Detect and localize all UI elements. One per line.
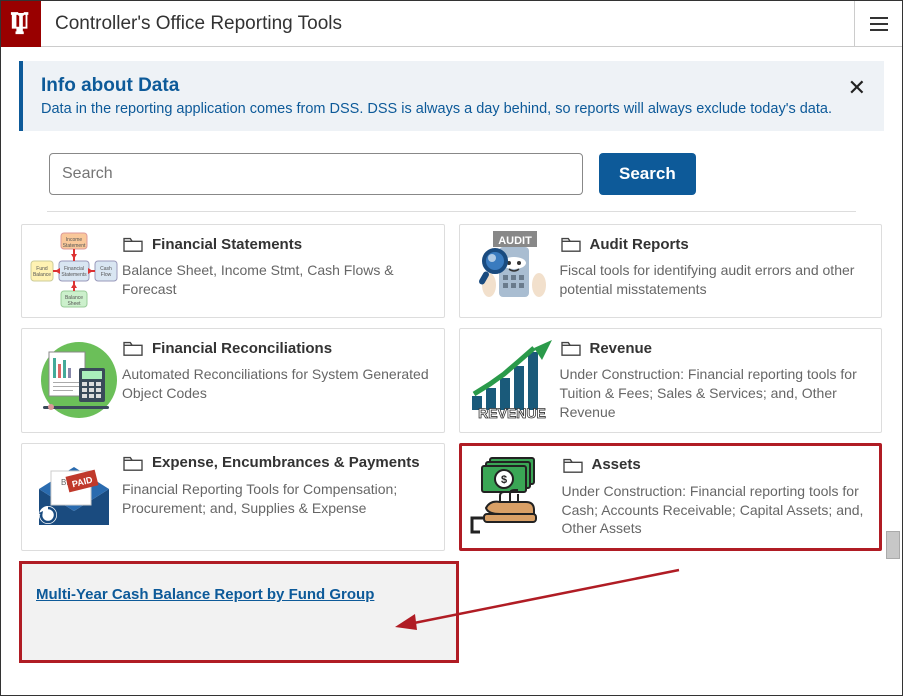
search-row: Search	[19, 153, 884, 211]
search-input[interactable]	[49, 153, 583, 195]
iu-logo	[1, 1, 41, 47]
card-title: Assets	[592, 456, 641, 473]
card-title: Financial Reconciliations	[152, 340, 332, 357]
svg-text:AUDIT: AUDIT	[498, 235, 532, 247]
hamburger-menu-button[interactable]	[854, 1, 902, 47]
svg-text:Statements: Statements	[61, 272, 87, 278]
card-expense[interactable]: BILL: PAID Expense, Encumbrances & Payme…	[21, 443, 445, 552]
financial-reconciliations-icon	[26, 333, 122, 428]
folder-icon	[560, 339, 582, 357]
card-desc: Under Construction: Financial reporting …	[562, 482, 872, 539]
divider	[47, 211, 856, 212]
financial-statements-icon: Income Statement Fund Balance Financial …	[26, 229, 122, 313]
svg-text:Balance: Balance	[33, 272, 51, 278]
svg-text:Flow: Flow	[101, 272, 112, 278]
app-header: Controller's Office Reporting Tools	[1, 1, 902, 47]
expense-icon: BILL: PAID	[26, 448, 122, 547]
app-title: Controller's Office Reporting Tools	[41, 13, 854, 35]
card-desc: Fiscal tools for identifying audit error…	[560, 261, 874, 299]
category-grid: Income Statement Fund Balance Financial …	[19, 224, 884, 551]
sub-report-panel: Multi-Year Cash Balance Report by Fund G…	[19, 561, 459, 663]
card-title: Audit Reports	[590, 236, 689, 253]
info-banner-text: Data in the reporting application comes …	[41, 101, 866, 117]
folder-icon	[122, 235, 144, 253]
card-desc: Financial Reporting Tools for Compensati…	[122, 480, 436, 518]
svg-text:REVENUE: REVENUE	[478, 405, 546, 421]
card-desc: Automated Reconciliations for System Gen…	[122, 365, 436, 403]
folder-icon	[122, 454, 144, 472]
svg-text:Statement: Statement	[63, 243, 86, 249]
card-audit-reports[interactable]: AUDIT Audit Reports	[459, 224, 883, 318]
search-button[interactable]: Search	[599, 153, 696, 195]
main-content: Info about Data Data in the reporting ap…	[1, 47, 902, 677]
card-desc: Under Construction: Financial reporting …	[560, 365, 874, 422]
scrollbar-thumb[interactable]	[886, 531, 900, 559]
card-title: Expense, Encumbrances & Payments	[152, 454, 420, 471]
svg-text:Sheet: Sheet	[67, 301, 81, 307]
card-desc: Balance Sheet, Income Stmt, Cash Flows &…	[122, 261, 436, 299]
revenue-icon: REVENUE	[464, 333, 560, 428]
card-title: Revenue	[590, 340, 653, 357]
info-banner: Info about Data Data in the reporting ap…	[19, 61, 884, 131]
audit-reports-icon: AUDIT	[464, 229, 560, 313]
card-financial-statements[interactable]: Income Statement Fund Balance Financial …	[21, 224, 445, 318]
multi-year-cash-balance-link[interactable]: Multi-Year Cash Balance Report by Fund G…	[36, 586, 374, 603]
folder-icon	[560, 235, 582, 253]
folder-icon	[122, 339, 144, 357]
close-icon[interactable]: ✕	[848, 75, 866, 101]
folder-icon	[562, 456, 584, 474]
card-revenue[interactable]: REVENUE Revenue Under Construction: Fina…	[459, 328, 883, 433]
card-title: Financial Statements	[152, 236, 302, 253]
card-financial-reconciliations[interactable]: Financial Reconciliations Automated Reco…	[21, 328, 445, 433]
iu-trident-icon	[10, 10, 32, 38]
info-banner-title: Info about Data	[41, 75, 866, 97]
card-assets[interactable]: $ Assets Under Construction: Financial r…	[459, 443, 883, 552]
assets-icon: $	[466, 450, 562, 545]
svg-text:$: $	[500, 474, 506, 486]
